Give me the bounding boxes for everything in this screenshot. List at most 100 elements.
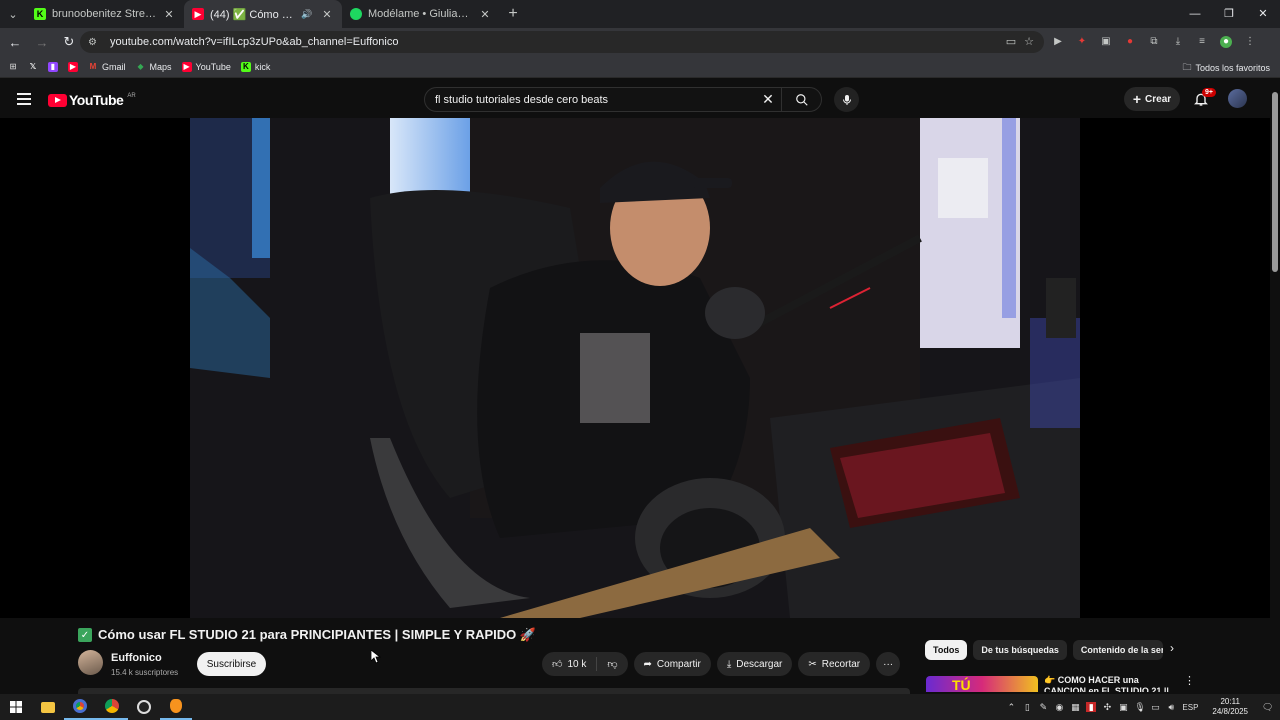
close-icon[interactable]: ✕ <box>162 8 176 21</box>
bookmark-gmail[interactable]: M Gmail <box>88 62 126 72</box>
obs-icon[interactable] <box>128 694 160 720</box>
volume-icon[interactable]: 🔊︎ <box>1166 702 1176 712</box>
close-icon[interactable]: ✕ <box>478 8 492 21</box>
voice-search-button[interactable] <box>834 87 859 112</box>
notifications-badge: 9+ <box>1202 88 1216 97</box>
like-button[interactable]: 👍︎ 10 k <box>542 652 596 676</box>
gmail-icon: M <box>89 62 97 71</box>
media-icon[interactable]: ▶ <box>1052 36 1064 48</box>
subscribe-button[interactable]: Suscribirse <box>197 652 266 676</box>
menu-icon[interactable] <box>17 93 31 105</box>
youtube-logo[interactable]: YouTube AR <box>48 92 136 108</box>
bookmark-maps[interactable]: ⬥ Maps <box>136 62 172 72</box>
chip-series-content[interactable]: Contenido de la ser <box>1072 640 1163 660</box>
close-window-icon[interactable]: ✕ <box>1246 0 1280 28</box>
tab-kick[interactable]: K brunoobenitez Stream - Kick D ✕ <box>26 0 184 28</box>
chevron-up-icon[interactable]: ⌃ <box>1006 702 1016 712</box>
bookmark-x[interactable]: 𝕏 <box>28 62 38 72</box>
tray-mic-icon[interactable]: 🎙︎ <box>1134 702 1145 712</box>
tab-youtube[interactable]: ▶ (44) ✅ Cómo usar FL STUD 🔊 ✕ <box>184 0 342 28</box>
bookmark-kick[interactable]: Kkick <box>240 61 270 72</box>
site-info-icon[interactable]: ⚙ <box>88 37 102 48</box>
forward-icon[interactable]: → <box>30 35 54 50</box>
windows-logo-icon <box>10 701 22 713</box>
account-avatar[interactable] <box>1228 89 1247 108</box>
fl-studio-icon[interactable] <box>160 694 192 720</box>
bookmark-star-icon[interactable]: ☆ <box>1024 35 1034 48</box>
clip-button[interactable]: ✂ Recortar <box>798 652 871 676</box>
language-indicator[interactable]: ESP <box>1182 703 1198 712</box>
reload-icon[interactable]: ↻ <box>57 34 81 50</box>
network-icon[interactable]: ▭ <box>1150 702 1160 712</box>
tab-spotify[interactable]: Modélame • Giuliano Yankees, ✕ <box>342 0 500 28</box>
search-input[interactable] <box>425 93 755 106</box>
share-button[interactable]: ➦ Compartir <box>633 652 711 676</box>
subscriber-count: 15.4 k suscriptores <box>111 668 179 677</box>
chip-all[interactable]: Todos <box>925 640 968 660</box>
puzzle-icon[interactable]: ⧉ <box>1148 36 1160 48</box>
dislike-button[interactable]: 👎︎ <box>597 652 627 676</box>
bookmark-twitch[interactable]: ▮ <box>48 61 58 72</box>
bookmark-youtube[interactable]: ▶ YouTube <box>181 61 231 72</box>
chip-from-searches[interactable]: De tus búsquedas <box>973 640 1067 660</box>
cast-icon[interactable]: ▭ <box>1006 35 1016 48</box>
recommendation-chips: Todos De tus búsquedas Contenido de la s… <box>925 640 1163 660</box>
kick-icon: K <box>34 8 46 20</box>
tray-grid-icon[interactable]: ▦ <box>1070 702 1080 712</box>
browser-toolbar: ← → ↻ ⚙ youtube.com/watch?v=ifILcp3zUPo&… <box>0 28 1280 56</box>
notification-center-icon[interactable]: 🗨︎ <box>1262 702 1273 712</box>
new-tab-button[interactable]: + <box>500 5 526 23</box>
channel-avatar[interactable] <box>78 650 103 675</box>
create-button[interactable]: + Crear <box>1124 87 1180 111</box>
kick-icon: K <box>240 61 251 72</box>
youtube-icon: ▶ <box>181 61 192 72</box>
tray-bluetooth-icon[interactable]: ▣ <box>1118 702 1128 712</box>
tray-fl-icon[interactable]: ▮ <box>1086 702 1097 712</box>
more-vert-icon[interactable]: ⋮ <box>1184 674 1195 687</box>
extension-record-icon[interactable]: ● <box>1124 36 1136 48</box>
chevron-right-icon[interactable]: › <box>1170 641 1174 655</box>
search-icon <box>795 93 808 106</box>
download-icon[interactable]: ⤓ <box>1172 36 1184 48</box>
video-player[interactable] <box>0 118 1270 618</box>
reading-list-icon[interactable]: ≡ <box>1196 36 1208 48</box>
minimize-icon[interactable]: — <box>1178 0 1212 28</box>
all-bookmarks[interactable]: 🗀 Todos los favoritos <box>1182 60 1270 76</box>
audio-icon[interactable]: 🔊 <box>300 9 314 20</box>
recommended-thumbnail[interactable]: TÚ <box>926 676 1038 692</box>
apps-grid-icon[interactable]: ⊞ <box>8 62 18 72</box>
tab-title: Modélame • Giuliano Yankees, <box>368 8 472 20</box>
page-scrollbar[interactable] <box>1270 80 1280 692</box>
tab-search-icon[interactable]: ⌄ <box>0 3 26 25</box>
download-button[interactable]: ⤓ Descargar <box>716 652 793 676</box>
microphone-icon <box>842 94 851 105</box>
tray-app-icon[interactable]: ▯ <box>1022 702 1032 712</box>
youtube-header: YouTube AR ✕ + Crear 9+ <box>0 80 1280 118</box>
profile-icon[interactable]: ● <box>1220 36 1232 48</box>
channel-name[interactable]: Euffonico <box>111 652 162 664</box>
extension-box-icon[interactable]: ▣ <box>1100 36 1112 48</box>
restore-icon[interactable]: ❐ <box>1212 0 1246 28</box>
close-icon[interactable]: ✕ <box>320 8 334 21</box>
start-button[interactable] <box>0 694 32 720</box>
x-icon: 𝕏 <box>29 62 37 71</box>
scrollbar-thumb[interactable] <box>1272 92 1278 272</box>
file-explorer-icon[interactable] <box>32 694 64 720</box>
tray-discord-icon[interactable]: ◉ <box>1054 702 1064 712</box>
check-icon: ✓ <box>78 628 92 642</box>
tray-steam-icon[interactable]: ✣ <box>1102 702 1112 712</box>
chrome-alt-icon[interactable] <box>64 694 96 720</box>
more-actions-button[interactable]: ··· <box>876 652 901 676</box>
chrome-icon[interactable] <box>96 694 128 720</box>
extension-red-icon[interactable]: ✦ <box>1076 36 1088 48</box>
recommended-title[interactable]: 👉 COMO HACER una CANCION en FL STUDIO 21… <box>1044 675 1176 692</box>
video-title: ✓ Cómo usar FL STUDIO 21 para PRINCIPIAN… <box>78 627 536 643</box>
clear-search-icon[interactable]: ✕ <box>755 91 781 108</box>
bookmark-youtube-small[interactable]: ▶ <box>68 61 78 72</box>
clock[interactable]: 20:11 24/8/2025 <box>1212 697 1248 717</box>
browser-menu-icon[interactable]: ⋮ <box>1244 36 1256 48</box>
tray-pen-icon[interactable]: ✎ <box>1038 702 1048 712</box>
address-bar[interactable]: ⚙ youtube.com/watch?v=ifILcp3zUPo&ab_cha… <box>80 31 1044 53</box>
search-button[interactable] <box>781 88 821 111</box>
back-icon[interactable]: ← <box>3 35 27 50</box>
